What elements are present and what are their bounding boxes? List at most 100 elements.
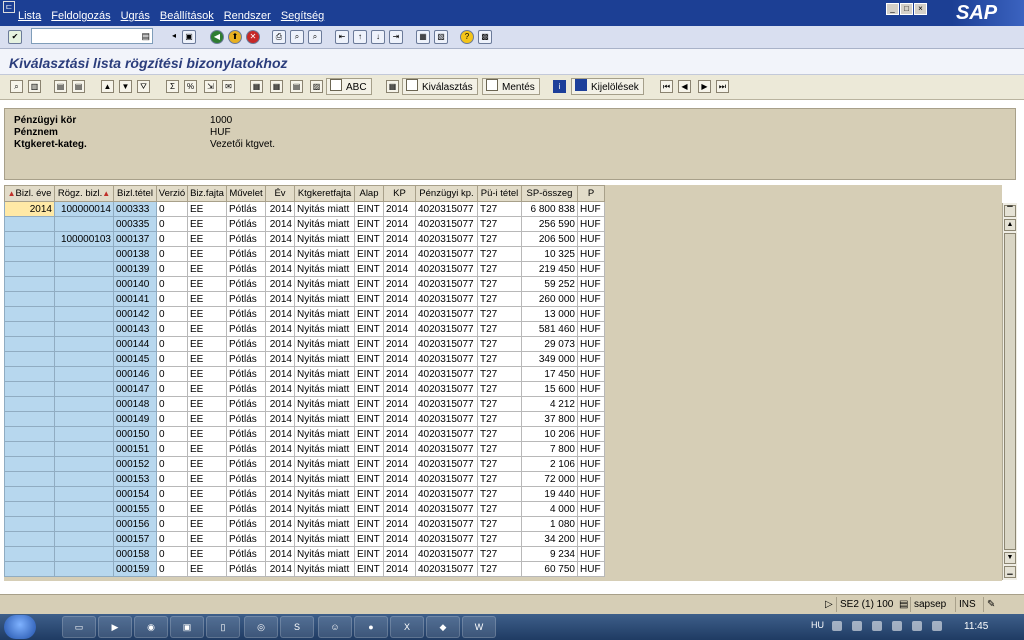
network-icon[interactable] bbox=[912, 621, 922, 631]
table-row[interactable]: 000155 0 EE Pótlás 2014 Nyitás miatt EINT 2014 4… bbox=[4, 501, 605, 517]
cell-pui-tetel[interactable]: T27 bbox=[477, 216, 522, 232]
cell-penzugyi-kp[interactable]: 4020315077 bbox=[415, 291, 478, 307]
previous-row-icon[interactable]: ◀ bbox=[678, 80, 691, 93]
cell-pui-tetel[interactable]: T27 bbox=[477, 441, 522, 457]
cell-penzugyi-kp[interactable]: 4020315077 bbox=[415, 351, 478, 367]
cell-alap[interactable]: EINT bbox=[354, 351, 384, 367]
cell-kp[interactable]: 2014 bbox=[383, 501, 416, 517]
cell-penzugyi-kp[interactable]: 4020315077 bbox=[415, 381, 478, 397]
cell-rogz-bizl[interactable] bbox=[54, 486, 114, 502]
menu-item-segitseg[interactable]: Segítség bbox=[281, 10, 324, 22]
cell-bizl-tetel[interactable]: 000139 bbox=[113, 261, 157, 277]
cell-muvelet[interactable]: Pótlás bbox=[226, 411, 266, 427]
cell-sp-osszeg[interactable]: 260 000 bbox=[521, 291, 578, 307]
info-icon[interactable]: i bbox=[553, 80, 566, 93]
cell-rogz-bizl[interactable] bbox=[54, 261, 114, 277]
send-icon[interactable]: ✉ bbox=[222, 80, 235, 93]
cell-ktgkeretfajta[interactable]: Nyitás miatt bbox=[294, 261, 355, 277]
graphic-icon[interactable]: ▨ bbox=[310, 80, 323, 93]
cell-kp[interactable]: 2014 bbox=[383, 381, 416, 397]
cell-ktgkeretfajta[interactable]: Nyitás miatt bbox=[294, 426, 355, 442]
cell-p[interactable]: HUF bbox=[577, 291, 605, 307]
save-layout-button[interactable]: Mentés bbox=[482, 78, 540, 95]
cell-biz-fajta[interactable]: EE bbox=[187, 306, 227, 322]
cell-muvelet[interactable]: Pótlás bbox=[226, 201, 266, 217]
cell-ev[interactable]: 2014 bbox=[265, 216, 295, 232]
cell-pui-tetel[interactable]: T27 bbox=[477, 336, 522, 352]
cell-rogz-bizl[interactable] bbox=[54, 411, 114, 427]
col-header-muvelet[interactable]: Művelet bbox=[226, 185, 266, 202]
cell-pui-tetel[interactable]: T27 bbox=[477, 231, 522, 247]
cell-pui-tetel[interactable]: T27 bbox=[477, 561, 522, 577]
cell-kp[interactable]: 2014 bbox=[383, 216, 416, 232]
cell-alap[interactable]: EINT bbox=[354, 411, 384, 427]
cell-kp[interactable]: 2014 bbox=[383, 366, 416, 382]
cell-alap[interactable]: EINT bbox=[354, 501, 384, 517]
cell-biz-fajta[interactable]: EE bbox=[187, 426, 227, 442]
col-header-rogz-bizl[interactable]: Rögz. bizl.▲ bbox=[54, 185, 114, 202]
cell-rogz-bizl[interactable] bbox=[54, 321, 114, 337]
cell-sp-osszeg[interactable]: 4 212 bbox=[521, 396, 578, 412]
cell-verzio[interactable]: 0 bbox=[156, 291, 188, 307]
sap-logon-taskbar-icon[interactable]: ◆ bbox=[426, 616, 460, 638]
cell-biz-fajta[interactable]: EE bbox=[187, 336, 227, 352]
cell-muvelet[interactable]: Pótlás bbox=[226, 276, 266, 292]
cell-verzio[interactable]: 0 bbox=[156, 561, 188, 577]
cell-alap[interactable]: EINT bbox=[354, 396, 384, 412]
cell-biz-fajta[interactable]: EE bbox=[187, 501, 227, 517]
cell-ev[interactable]: 2014 bbox=[265, 456, 295, 472]
cell-p[interactable]: HUF bbox=[577, 201, 605, 217]
cell-bizl-tetel[interactable]: 000137 bbox=[113, 231, 157, 247]
input-mode[interactable]: INS bbox=[955, 597, 979, 612]
table-row[interactable]: 000159 0 EE Pótlás 2014 Nyitás miatt EINT 2014 4… bbox=[4, 561, 605, 577]
cell-penzugyi-kp[interactable]: 4020315077 bbox=[415, 366, 478, 382]
cell-ktgkeretfajta[interactable]: Nyitás miatt bbox=[294, 321, 355, 337]
cell-bizl-eve[interactable] bbox=[4, 396, 55, 412]
cell-biz-fajta[interactable]: EE bbox=[187, 231, 227, 247]
cell-sp-osszeg[interactable]: 34 200 bbox=[521, 531, 578, 547]
cell-kp[interactable]: 2014 bbox=[383, 546, 416, 562]
cell-bizl-eve[interactable] bbox=[4, 246, 55, 262]
last-page-icon[interactable]: ⇥ bbox=[389, 30, 403, 44]
cell-penzugyi-kp[interactable]: 4020315077 bbox=[415, 261, 478, 277]
cell-bizl-eve[interactable] bbox=[4, 276, 55, 292]
cell-ktgkeretfajta[interactable]: Nyitás miatt bbox=[294, 351, 355, 367]
cell-alap[interactable]: EINT bbox=[354, 336, 384, 352]
cell-bizl-eve[interactable] bbox=[4, 291, 55, 307]
cell-verzio[interactable]: 0 bbox=[156, 501, 188, 517]
cell-ev[interactable]: 2014 bbox=[265, 546, 295, 562]
table-row[interactable]: 000156 0 EE Pótlás 2014 Nyitás miatt EINT 2014 4… bbox=[4, 516, 605, 532]
cell-biz-fajta[interactable]: EE bbox=[187, 561, 227, 577]
first-page-icon[interactable]: ⇤ bbox=[335, 30, 349, 44]
cell-muvelet[interactable]: Pótlás bbox=[226, 561, 266, 577]
cell-pui-tetel[interactable]: T27 bbox=[477, 381, 522, 397]
cell-kp[interactable]: 2014 bbox=[383, 321, 416, 337]
cell-sp-osszeg[interactable]: 29 073 bbox=[521, 336, 578, 352]
cell-penzugyi-kp[interactable]: 4020315077 bbox=[415, 456, 478, 472]
cell-bizl-eve[interactable] bbox=[4, 561, 55, 577]
cell-ev[interactable]: 2014 bbox=[265, 366, 295, 382]
cell-rogz-bizl[interactable] bbox=[54, 216, 114, 232]
cell-p[interactable]: HUF bbox=[577, 426, 605, 442]
tray-flag-icon[interactable] bbox=[872, 621, 882, 631]
table-row[interactable]: 000144 0 EE Pótlás 2014 Nyitás miatt EINT 2014 4… bbox=[4, 336, 605, 352]
sort-descending-icon[interactable]: ▼ bbox=[119, 80, 132, 93]
cell-ev[interactable]: 2014 bbox=[265, 291, 295, 307]
cell-ktgkeretfajta[interactable]: Nyitás miatt bbox=[294, 396, 355, 412]
find-next-icon[interactable]: ⌕ bbox=[308, 30, 322, 44]
cell-alap[interactable]: EINT bbox=[354, 561, 384, 577]
cell-ev[interactable]: 2014 bbox=[265, 231, 295, 247]
cell-muvelet[interactable]: Pótlás bbox=[226, 381, 266, 397]
cell-sp-osszeg[interactable]: 9 234 bbox=[521, 546, 578, 562]
cell-muvelet[interactable]: Pótlás bbox=[226, 396, 266, 412]
cell-biz-fajta[interactable]: EE bbox=[187, 441, 227, 457]
cell-sp-osszeg[interactable]: 206 500 bbox=[521, 231, 578, 247]
cell-verzio[interactable]: 0 bbox=[156, 411, 188, 427]
cell-verzio[interactable]: 0 bbox=[156, 336, 188, 352]
table-row[interactable]: 000145 0 EE Pótlás 2014 Nyitás miatt EINT 2014 4… bbox=[4, 351, 605, 367]
tray-app-icon[interactable] bbox=[852, 621, 862, 631]
cell-rogz-bizl[interactable] bbox=[54, 456, 114, 472]
cell-p[interactable]: HUF bbox=[577, 396, 605, 412]
cell-ktgkeretfajta[interactable]: Nyitás miatt bbox=[294, 546, 355, 562]
cell-alap[interactable]: EINT bbox=[354, 261, 384, 277]
